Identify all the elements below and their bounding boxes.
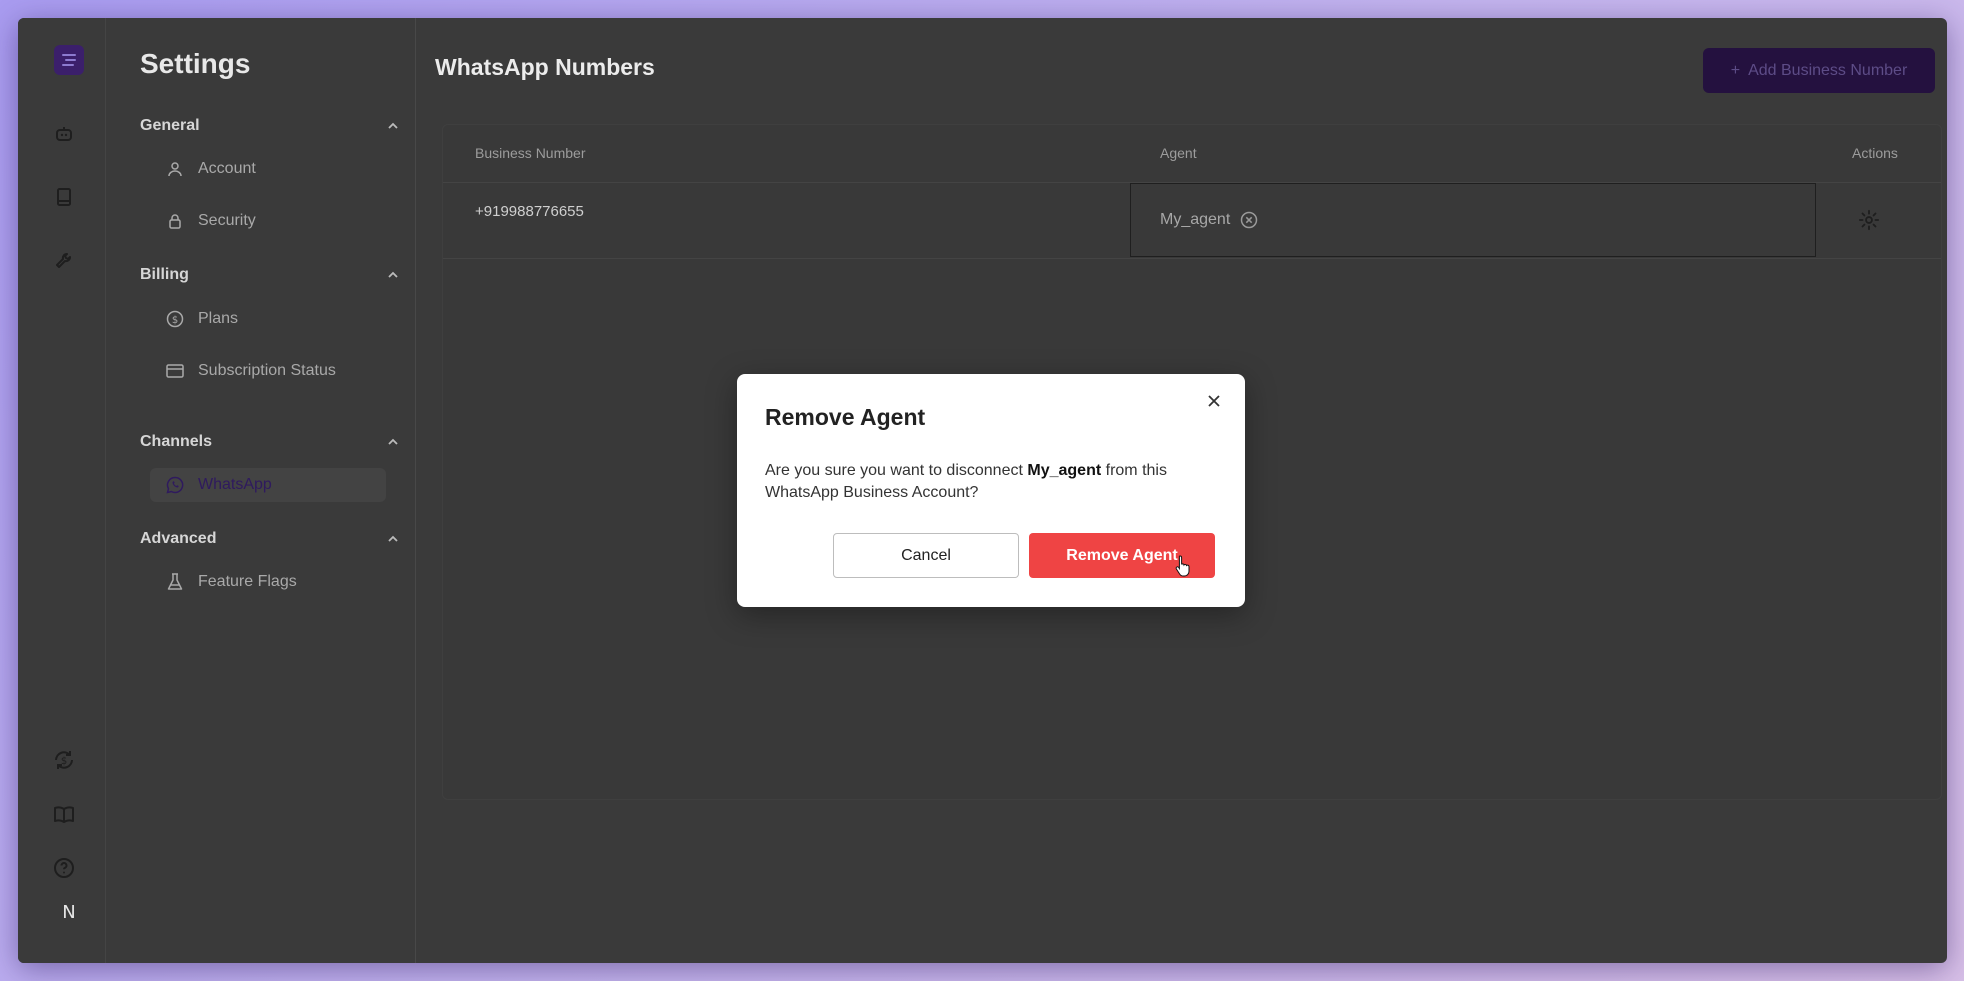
hand-cursor-icon xyxy=(1175,555,1190,577)
dialog-message: Are you sure you want to disconnect My_a… xyxy=(765,460,1215,504)
close-icon[interactable] xyxy=(1203,390,1225,412)
message-text: Are you sure you want to disconnect xyxy=(765,462,1028,479)
cancel-button[interactable]: Cancel xyxy=(833,533,1019,578)
message-agent-name: My_agent xyxy=(1027,462,1102,479)
dialog-title: Remove Agent xyxy=(765,404,926,430)
remove-agent-dialog: Remove Agent Are you sure you want to di… xyxy=(737,374,1245,607)
